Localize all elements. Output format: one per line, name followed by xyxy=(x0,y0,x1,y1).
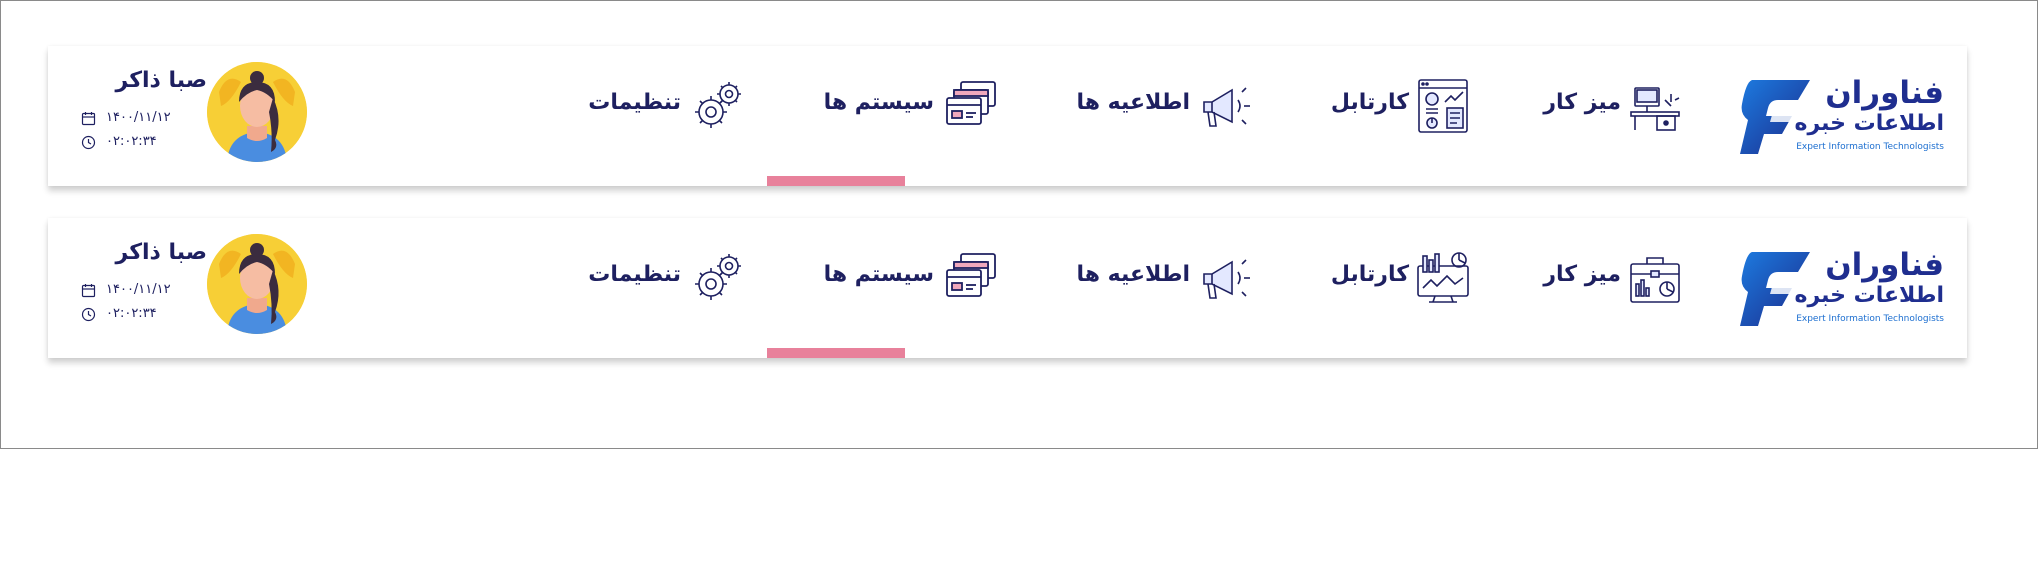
header-bar: فناوران اطلاعات خبره Expert Information … xyxy=(48,46,1967,186)
briefcase-icon xyxy=(1630,257,1680,303)
nav-item-announcements[interactable]: اطلاعیه ها xyxy=(1041,250,1256,308)
brand-logo[interactable]: فناوران اطلاعات خبره Expert Information … xyxy=(1734,246,1944,332)
stacked-windows-icon xyxy=(946,253,996,297)
nav-label: سیستم ها xyxy=(823,262,934,287)
nav-item-settings[interactable]: تنظیمات xyxy=(563,78,747,136)
calendar-icon xyxy=(81,112,96,126)
user-avatar-icon xyxy=(207,62,307,162)
active-tab-indicator xyxy=(767,176,905,186)
user-name: صبا ذاکر xyxy=(115,68,207,93)
gears-icon xyxy=(695,254,741,300)
nav-item-desk[interactable]: میز کار xyxy=(1513,250,1683,308)
brand-subtitle: اطلاعات خبره xyxy=(1794,283,1944,308)
desk-computer-icon xyxy=(1630,87,1680,131)
nav-item-desk[interactable]: میز کار xyxy=(1513,78,1683,136)
nav-label: سیستم ها xyxy=(823,90,934,115)
avatar[interactable] xyxy=(207,62,307,162)
nav-item-systems[interactable]: سیستم ها xyxy=(786,78,1000,136)
brand-tagline: Expert Information Technologists xyxy=(1796,142,1944,152)
monitor-chart-icon xyxy=(1417,252,1469,303)
megaphone-icon xyxy=(1203,259,1250,299)
user-avatar-icon xyxy=(207,234,307,334)
nav-label: تنظیمات xyxy=(588,90,681,115)
nav-item-announcements[interactable]: اطلاعیه ها xyxy=(1041,78,1256,136)
nav-label: میز کار xyxy=(1543,262,1621,287)
clock-icon xyxy=(81,307,96,322)
nav-label: کارتابل xyxy=(1330,90,1409,115)
nav-item-settings[interactable]: تنظیمات xyxy=(563,250,747,308)
active-tab-indicator xyxy=(767,348,905,358)
cartable-document-icon xyxy=(1418,79,1468,133)
user-name: صبا ذاکر xyxy=(115,240,207,265)
brand-name: فناوران xyxy=(1825,75,1944,111)
stacked-windows-icon xyxy=(946,81,996,125)
calendar-icon xyxy=(81,284,96,298)
brand-subtitle: اطلاعات خبره xyxy=(1794,111,1944,136)
megaphone-icon xyxy=(1203,87,1250,127)
canvas-frame: فناوران اطلاعات خبره Expert Information … xyxy=(0,0,2038,449)
clock-icon xyxy=(81,135,96,150)
nav-label: اطلاعیه ها xyxy=(1076,262,1191,287)
nav-label: کارتابل xyxy=(1330,262,1409,287)
nav-item-cartable[interactable]: کارتابل xyxy=(1296,78,1471,136)
current-date: ۱۴۰۰/۱۱/۱۲ xyxy=(106,110,171,125)
current-date: ۱۴۰۰/۱۱/۱۲ xyxy=(106,282,171,297)
nav-label: اطلاعیه ها xyxy=(1076,90,1191,115)
nav-label: میز کار xyxy=(1543,90,1621,115)
brand-logo[interactable]: فناوران اطلاعات خبره Expert Information … xyxy=(1734,74,1944,160)
nav-item-systems[interactable]: سیستم ها xyxy=(786,250,1000,308)
brand-tagline: Expert Information Technologists xyxy=(1796,314,1944,324)
current-time: ۰۲:۰۲:۳۴ xyxy=(106,134,157,149)
brand-name: فناوران xyxy=(1825,247,1944,283)
avatar[interactable] xyxy=(207,234,307,334)
gears-icon xyxy=(695,82,741,128)
current-time: ۰۲:۰۲:۳۴ xyxy=(106,306,157,321)
header-bar: فناوران اطلاعات خبره Expert Information … xyxy=(48,218,1967,358)
nav-label: تنظیمات xyxy=(588,262,681,287)
nav-item-cartable[interactable]: کارتابل xyxy=(1296,250,1471,308)
